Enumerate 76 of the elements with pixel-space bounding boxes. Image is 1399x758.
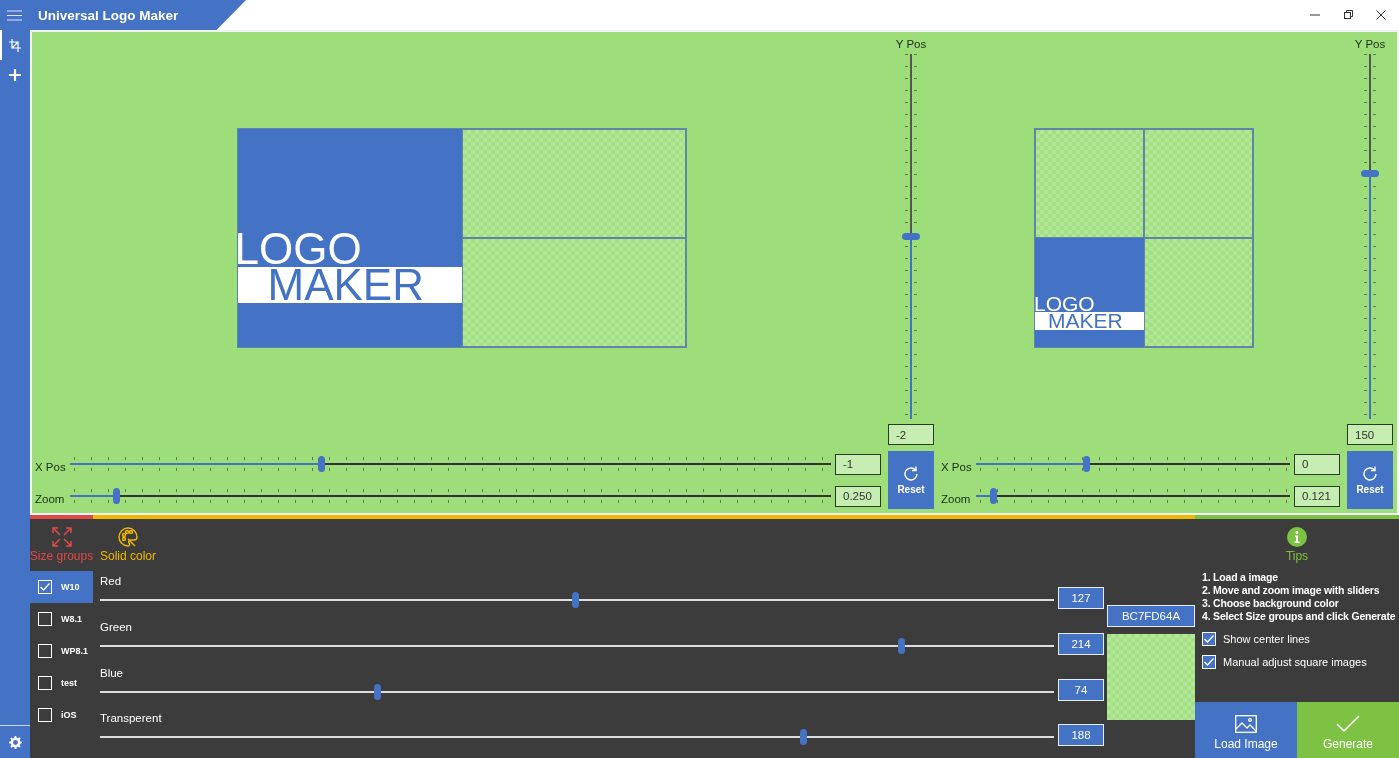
- slider-label: Zoom: [35, 492, 66, 505]
- checkbox[interactable]: [1202, 655, 1216, 669]
- slider-label: Red: [100, 575, 123, 589]
- slider-thumb[interactable]: [1361, 170, 1379, 178]
- logo-text: LOGO: [1035, 294, 1095, 312]
- tab[interactable]: Tips: [1285, 519, 1309, 571]
- close-icon[interactable]: [1373, 10, 1389, 20]
- slider-label: Y Pos: [895, 38, 927, 50]
- slider-thumb[interactable]: [800, 729, 808, 746]
- value-field[interactable]: 127: [1058, 587, 1104, 609]
- option-checkbox[interactable]: Manual adjust square images: [1202, 655, 1399, 669]
- resize-icon: [51, 527, 72, 547]
- slider-label: Blue: [100, 666, 125, 681]
- value-field[interactable]: 0.121: [1294, 485, 1340, 507]
- value-field[interactable]: 74: [1058, 678, 1104, 701]
- slider-thumb[interactable]: [902, 232, 920, 240]
- size-group-item[interactable]: W10: [30, 571, 93, 603]
- hex-field[interactable]: BC7FD64A: [1107, 605, 1195, 627]
- value-field[interactable]: 0.250: [835, 485, 881, 507]
- logo-text: MAKER: [1035, 311, 1144, 330]
- slider-thumb[interactable]: [373, 683, 381, 700]
- size-group-label: W8.1: [61, 614, 82, 624]
- size-group-item[interactable]: iOS: [30, 699, 93, 731]
- slider-thumb[interactable]: [1082, 456, 1090, 472]
- slider-label: X Pos: [941, 460, 973, 473]
- size-group-label: WP8.1: [61, 646, 88, 656]
- value-field[interactable]: -2: [888, 424, 934, 445]
- image-icon: [1235, 714, 1257, 733]
- logo-text: LOGO: [237, 230, 362, 267]
- logo-text: MAKER: [237, 266, 462, 303]
- size-group-item[interactable]: WP8.1: [30, 635, 93, 667]
- value-field[interactable]: 214: [1058, 632, 1104, 655]
- slider-label: Green: [100, 620, 133, 635]
- reset-button[interactable]: Reset: [888, 451, 934, 509]
- tip-text: 3. Choose background color: [1202, 597, 1340, 610]
- load-button[interactable]: Load Image: [1195, 702, 1297, 758]
- slider-thumb[interactable]: [572, 592, 580, 608]
- checkbox[interactable]: [38, 644, 52, 658]
- tip-text: 1. Load a image: [1202, 571, 1279, 584]
- info-icon: [1287, 527, 1307, 547]
- slider-label: Zoom: [941, 492, 972, 505]
- value-field[interactable]: 188: [1058, 724, 1104, 747]
- window-title: Universal Logo Maker: [38, 7, 179, 23]
- menu-icon[interactable]: [7, 9, 22, 21]
- checkbox[interactable]: [38, 580, 52, 594]
- size-group-item[interactable]: test: [30, 667, 93, 699]
- size-group-label: W10: [61, 582, 80, 592]
- slider-thumb[interactable]: [318, 456, 326, 472]
- checkmark-icon: [1336, 714, 1360, 733]
- refresh-icon: [1362, 465, 1378, 481]
- slider-thumb[interactable]: [898, 637, 906, 654]
- slider-label: Y Pos: [1354, 38, 1386, 50]
- slider-label: Transperent: [100, 712, 163, 727]
- add-icon: [9, 69, 21, 81]
- crop-icon: [9, 38, 21, 52]
- palette-icon: [118, 527, 138, 547]
- tip-text: 4. Select Size groups and click Generate: [1202, 610, 1397, 623]
- size-group-item[interactable]: W8.1: [30, 603, 93, 635]
- tip-text: 2. Move and zoom image with sliders: [1202, 584, 1381, 597]
- value-field[interactable]: 0: [1294, 453, 1340, 475]
- size-group-label: iOS: [61, 710, 77, 720]
- checkbox[interactable]: [38, 676, 52, 690]
- slider-thumb[interactable]: [990, 488, 998, 504]
- option-checkbox[interactable]: Show center lines: [1202, 632, 1399, 646]
- value-field[interactable]: 150: [1347, 424, 1393, 445]
- reset-button[interactable]: Reset: [1347, 451, 1393, 509]
- tab[interactable]: Solid color: [100, 519, 157, 571]
- slider-label: X Pos: [35, 460, 67, 473]
- slider-thumb[interactable]: [112, 488, 120, 504]
- checkbox[interactable]: [38, 612, 52, 626]
- value-field[interactable]: -1: [835, 453, 881, 475]
- refresh-icon: [903, 465, 919, 481]
- checkbox[interactable]: [38, 708, 52, 722]
- settings-icon[interactable]: [8, 735, 22, 749]
- size-group-label: test: [61, 678, 77, 688]
- checkbox[interactable]: [1202, 632, 1216, 646]
